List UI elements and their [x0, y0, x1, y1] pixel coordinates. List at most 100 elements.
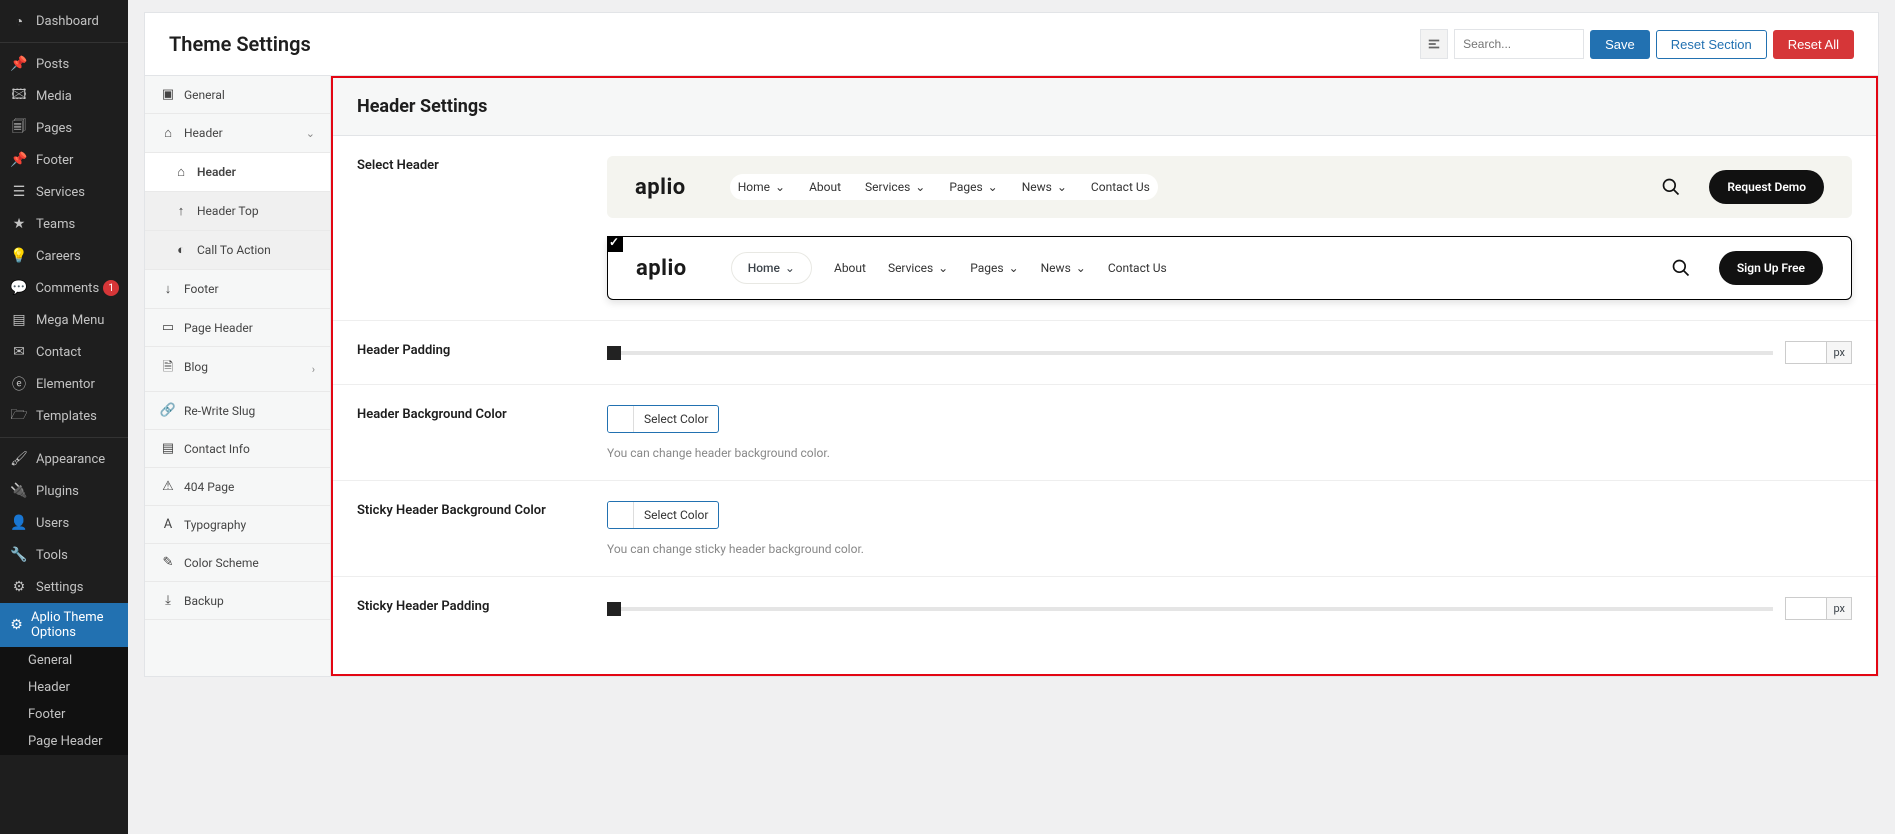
side-blog[interactable]: 🗎Blog › [145, 347, 330, 392]
sticky-bg-color-picker[interactable]: Select Color [607, 501, 719, 529]
header-bg-color-picker[interactable]: Select Color [607, 405, 719, 433]
mail-icon: ✉ [10, 343, 28, 361]
reset-all-button[interactable]: Reset All [1773, 30, 1854, 59]
side-header[interactable]: ⌂Header ⌄ [145, 114, 330, 153]
card-icon: ▭ [160, 320, 176, 335]
header-option-1[interactable]: aplio Home⌄ About Services⌄ Pages⌄ News⌄ [607, 156, 1852, 218]
side-general[interactable]: ▣General [145, 76, 330, 114]
label-sticky-bg: Sticky Header Background Color [357, 501, 607, 556]
sticky-padding-slider[interactable] [607, 607, 1773, 611]
chevron-down-icon: ⌄ [775, 180, 785, 194]
pin-icon: 📌 [10, 151, 28, 169]
side-contact-info[interactable]: ▤Contact Info [145, 430, 330, 468]
id-icon: ▤ [160, 441, 176, 456]
side-rewrite[interactable]: 🔗Re-Write Slug [145, 392, 330, 430]
slider-handle[interactable] [607, 346, 621, 360]
menu-services[interactable]: ☰Services [0, 176, 128, 208]
media-icon: 🖾 [10, 87, 28, 105]
search-input[interactable] [1454, 29, 1584, 59]
download-icon: ⤓ [160, 593, 176, 608]
menu-footer[interactable]: 📌Footer [0, 144, 128, 176]
submenu-page-header[interactable]: Page Header [0, 728, 128, 755]
help-text: You can change sticky header background … [607, 542, 1852, 556]
menu-plugins[interactable]: 🔌Plugins [0, 475, 128, 507]
label-header-bg: Header Background Color [357, 405, 607, 460]
user-icon: 👤 [10, 514, 28, 532]
menu-pages[interactable]: 🗐Pages [0, 112, 128, 144]
submenu-footer[interactable]: Footer [0, 701, 128, 728]
panel-actions: Save Reset Section Reset All [1420, 29, 1854, 59]
menu-templates[interactable]: 🗁Templates [0, 400, 128, 432]
header-preview-stack: aplio Home⌄ About Services⌄ Pages⌄ News⌄ [607, 156, 1852, 300]
padding-value-box: px [1785, 341, 1852, 364]
doc-icon: 🗎 [160, 358, 176, 380]
menu-mega-menu[interactable]: ▤Mega Menu [0, 304, 128, 336]
home-icon: ⌂ [173, 164, 189, 180]
side-color-scheme[interactable]: ✎Color Scheme [145, 544, 330, 582]
side-404[interactable]: ⚠404 Page [145, 468, 330, 506]
elementor-icon: ⓔ [10, 375, 28, 393]
save-button[interactable]: Save [1590, 30, 1650, 59]
settings-content: Header Settings Select Header aplio [331, 76, 1878, 676]
menu-theme-options[interactable]: ⚙Aplio Theme Options [0, 603, 128, 647]
panel-header: Theme Settings Save Reset Section Reset … [145, 13, 1878, 76]
nav-news: News⌄ [1022, 180, 1067, 194]
chevron-down-icon: ⌄ [306, 127, 315, 140]
menu-appearance[interactable]: 🖌Appearance [0, 443, 128, 475]
menu-elementor[interactable]: ⓔElementor [0, 368, 128, 400]
menu-tools[interactable]: 🔧Tools [0, 539, 128, 571]
menu-dashboard[interactable]: ◔Dashboard [0, 5, 128, 37]
nav-about: About [809, 180, 841, 194]
theme-options-submenu: General Header Footer Page Header [0, 647, 128, 755]
toggle-icon: ◐ [173, 242, 189, 258]
header-subsection: ⌂Header ↑Header Top ◐Call To Action [145, 153, 330, 270]
field-header-bg: Header Background Color Select Color You… [333, 385, 1876, 481]
padding-value-input[interactable] [1786, 342, 1826, 363]
settings-panel: Theme Settings Save Reset Section Reset … [144, 12, 1879, 677]
side-typography[interactable]: ATypography [145, 506, 330, 544]
side-page-header[interactable]: ▭Page Header [145, 309, 330, 347]
menu-icon: ▤ [10, 311, 28, 329]
brush-icon: ✎ [160, 555, 176, 570]
submenu-general[interactable]: General [0, 647, 128, 674]
label-sticky-padding: Sticky Header Padding [357, 597, 607, 620]
menu-careers[interactable]: 💡Careers [0, 240, 128, 272]
menu-comments[interactable]: 💬Comments1 [0, 272, 128, 304]
expand-toggle-button[interactable] [1420, 29, 1448, 59]
reset-section-button[interactable]: Reset Section [1656, 30, 1767, 59]
sliders-icon: ⚙ [10, 578, 28, 596]
chevron-down-icon: ⌄ [1057, 180, 1067, 194]
wp-admin-sidebar: ◔Dashboard 📌Posts 🖾Media 🗐Pages 📌Footer … [0, 0, 128, 834]
header-option-2[interactable]: aplio Home⌄ About Services⌄ Pages⌄ News⌄… [607, 236, 1852, 300]
menu-teams[interactable]: ★Teams [0, 208, 128, 240]
warning-icon: ⚠ [160, 479, 176, 494]
menu-posts[interactable]: 📌Posts [0, 48, 128, 80]
page-title: Theme Settings [169, 32, 311, 56]
side-call-to-action[interactable]: ◐Call To Action [145, 231, 330, 270]
slider-handle[interactable] [607, 602, 621, 616]
page-icon: 🗐 [10, 119, 28, 137]
nav-about: About [834, 261, 866, 275]
side-backup[interactable]: ⤓Backup [145, 582, 330, 620]
panel-body: ▣General ⌂Header ⌄ ⌂Header ↑Header Top ◐… [145, 76, 1878, 676]
preview-logo: aplio [636, 256, 687, 281]
nav-contact: Contact Us [1108, 261, 1167, 275]
chevron-down-icon: ⌄ [938, 261, 948, 275]
side-footer[interactable]: ↓Footer [145, 270, 330, 309]
menu-media[interactable]: 🖾Media [0, 80, 128, 112]
color-swatch [608, 406, 634, 432]
sticky-padding-value-box: px [1785, 597, 1852, 620]
wrench-icon: 🔧 [10, 546, 28, 564]
menu-contact[interactable]: ✉Contact [0, 336, 128, 368]
side-header-top[interactable]: ↑Header Top [145, 192, 330, 231]
submenu-header[interactable]: Header [0, 674, 128, 701]
label-header-padding: Header Padding [357, 341, 607, 364]
chevron-down-icon: ⌄ [785, 261, 795, 275]
menu-users[interactable]: 👤Users [0, 507, 128, 539]
field-sticky-bg: Sticky Header Background Color Select Co… [333, 481, 1876, 577]
side-header-sub[interactable]: ⌂Header [145, 153, 330, 192]
search-icon [1661, 177, 1681, 197]
menu-settings[interactable]: ⚙Settings [0, 571, 128, 603]
sticky-padding-value-input[interactable] [1786, 598, 1826, 619]
padding-slider[interactable] [607, 351, 1773, 355]
